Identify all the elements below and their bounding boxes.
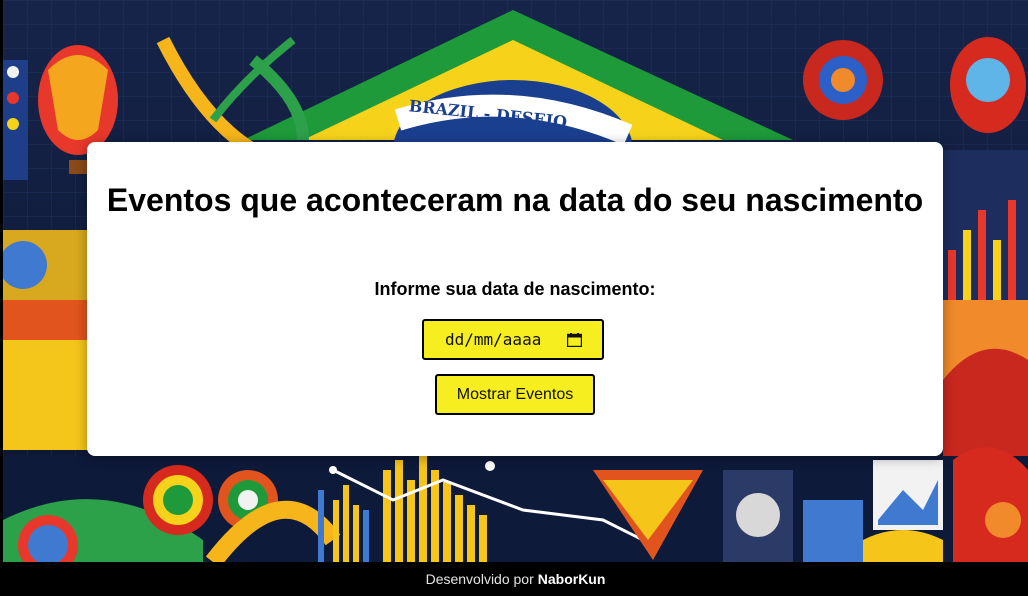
page-title: Eventos que aconteceram na data do seu n… bbox=[106, 182, 924, 218]
show-events-button[interactable]: Mostrar Eventos bbox=[435, 374, 595, 415]
footer-prefix: Desenvolvido por bbox=[425, 571, 534, 587]
calendar-icon[interactable] bbox=[567, 332, 582, 347]
birthdate-label: Informe sua data de nascimento: bbox=[374, 279, 656, 299]
birthdate-input[interactable]: dd/mm/aaaa bbox=[422, 319, 604, 360]
footer: Desenvolvido por NaborKun bbox=[3, 562, 1028, 596]
main-card: Eventos que aconteceram na data do seu n… bbox=[87, 142, 943, 456]
birthdate-placeholder: dd/mm/aaaa bbox=[445, 330, 542, 349]
footer-author: NaborKun bbox=[537, 571, 606, 587]
